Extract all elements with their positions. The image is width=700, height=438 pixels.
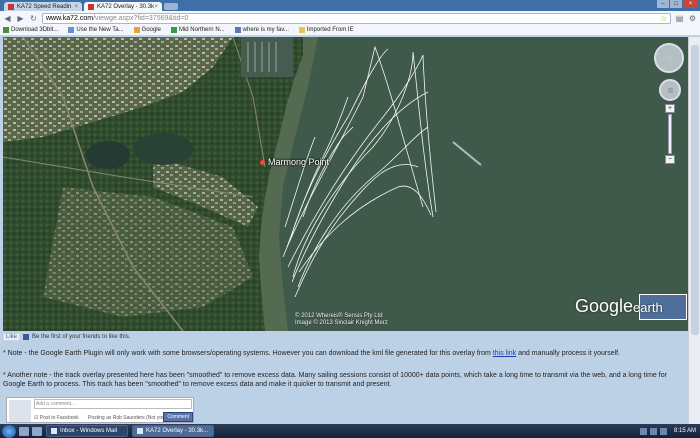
satellite-imagery	[3, 37, 688, 331]
placemark-icon	[260, 160, 265, 165]
bookmark-folder[interactable]: Imported From IE	[298, 27, 354, 33]
wrench-icon[interactable]: ⚙	[688, 14, 697, 23]
ie-icon[interactable]	[32, 426, 42, 436]
close-window-icon[interactable]: ×	[683, 0, 698, 8]
windows-taskbar: Inbox - Windows Mail KA72 Overlay - 30.3…	[0, 424, 700, 438]
bookmark-star-icon[interactable]: ☆	[660, 14, 667, 23]
bookmark-item[interactable]: Download 3Dbit...	[3, 27, 58, 33]
post-to-facebook-checkbox[interactable]: ☑ Post to Facebook	[34, 415, 79, 421]
bookmark-item[interactable]: Google	[133, 27, 161, 33]
copyright-line: © 2012 Whereis® Sensis Pty Ltd	[295, 313, 383, 319]
avatar	[9, 400, 31, 422]
bookmark-item[interactable]: Use the New Ta...	[68, 27, 124, 33]
scrollbar-thumb[interactable]	[691, 45, 699, 335]
like-button[interactable]: Like	[3, 332, 21, 341]
bookmark-label: Mid Northern N...	[178, 27, 225, 33]
page-scrollbar[interactable]	[688, 37, 700, 424]
tab-speed-reading[interactable]: KA72 Speed Readin ×	[4, 2, 82, 11]
comment-area: Add a comment... ☑ Post to Facebook Post…	[33, 398, 193, 422]
note-smoothing: * Another note - the track overlay prese…	[3, 372, 667, 388]
place-label: Marmong Point	[260, 157, 329, 167]
address-bar[interactable]: www.ka72.com/viewge.aspx?fid=37569&tid=0…	[42, 12, 671, 24]
note-plugin: * Note - the Google Earth Plugin will on…	[3, 350, 621, 357]
bookmark-favicon-icon	[68, 27, 75, 33]
eye-icon	[666, 55, 673, 62]
facebook-like-bar: Like Be the first of your friends to lik…	[3, 332, 130, 341]
window-controls: – □ ×	[657, 0, 698, 8]
google-earth-map[interactable]: Marmong Point © 2012 Whereis® Sensis Pty…	[3, 37, 688, 331]
taskbar-item-mail[interactable]: Inbox - Windows Mail	[46, 425, 128, 437]
folder-icon	[298, 27, 305, 33]
comment-button[interactable]: Comment	[163, 412, 193, 422]
minimize-icon[interactable]: –	[657, 0, 669, 8]
map-copyright: © 2012 Whereis® Sensis Pty Ltd Image © 2…	[295, 313, 388, 327]
zoom-slider[interactable]	[668, 114, 672, 154]
tray-icon[interactable]	[659, 427, 667, 435]
pan-icon	[668, 88, 673, 93]
forward-arrow-icon[interactable]: ▶	[16, 14, 25, 23]
mail-icon	[51, 428, 57, 434]
like-prompt: Be the first of your friends to like thi…	[32, 333, 131, 340]
google-favicon-icon	[133, 27, 140, 33]
tab-label: KA72 Speed Readin	[17, 3, 72, 10]
bookmark-label: Use the New Ta...	[76, 27, 124, 33]
google-earth-logo: Googleearth	[575, 296, 663, 316]
bookmark-favicon-icon	[3, 27, 9, 33]
show-desktop-icon[interactable]	[19, 426, 29, 436]
posting-as-label: Posting as Rob Saunders (Not you?)	[88, 415, 170, 421]
bookmark-favicon-icon	[170, 27, 177, 33]
facebook-icon	[23, 333, 30, 340]
look-around-control[interactable]	[654, 43, 684, 73]
browser-toolbar: ◀ ▶ ↻ www.ka72.com/viewge.aspx?fid=37569…	[0, 11, 700, 25]
close-tab-icon[interactable]: ×	[74, 4, 78, 10]
move-control[interactable]	[659, 79, 681, 101]
bookmark-item[interactable]: where is my fav...	[234, 27, 289, 33]
bookmark-label: Google	[141, 27, 161, 33]
url-path: /viewge.aspx?fid=37569&tid=0	[93, 14, 189, 22]
clock[interactable]: 8:15 AM	[674, 428, 696, 434]
chrome-icon	[137, 428, 143, 434]
url-domain: www.ka72.com	[46, 14, 94, 22]
bookmarks-bar: Download 3Dbit... Use the New Ta... Goog…	[0, 25, 700, 36]
taskbar-item-browser[interactable]: KA72 Overlay - 30.3k...	[132, 425, 214, 437]
page-menu-icon[interactable]: ▤	[675, 14, 684, 23]
bookmark-favicon-icon	[234, 27, 241, 33]
copyright-line: Image © 2013 Sinclair Knight Merz	[295, 320, 388, 326]
browser-tab-strip: KA72 Speed Readin × KA72 Overlay - 30.3k…	[0, 0, 700, 11]
new-tab-button[interactable]	[164, 3, 178, 10]
start-button[interactable]	[2, 424, 16, 438]
bookmark-label: Imported From IE	[306, 27, 354, 33]
ka72-favicon-icon	[88, 3, 94, 10]
close-tab-icon[interactable]: ×	[154, 4, 158, 10]
zoom-out-button[interactable]: −	[665, 155, 675, 164]
back-arrow-icon[interactable]: ◀	[3, 14, 12, 23]
network-icon[interactable]	[639, 427, 647, 435]
ka72-favicon-icon	[8, 3, 14, 10]
maximize-icon[interactable]: □	[670, 0, 682, 8]
bookmark-label: Download 3Dbit...	[11, 27, 59, 33]
tab-overlay[interactable]: KA72 Overlay - 30.3k ×	[84, 2, 162, 11]
reload-icon[interactable]: ↻	[29, 14, 38, 23]
facebook-comment-box: Add a comment... ☑ Post to Facebook Post…	[6, 397, 194, 423]
kml-download-link[interactable]: this link	[493, 350, 516, 357]
bookmark-item[interactable]: Mid Northern N...	[170, 27, 225, 33]
bookmark-label: where is my fav...	[242, 27, 289, 33]
volume-icon[interactable]	[649, 427, 657, 435]
tab-label: KA72 Overlay - 30.3k	[97, 3, 155, 10]
system-tray: 8:15 AM	[639, 427, 700, 435]
comment-input[interactable]: Add a comment...	[34, 399, 192, 409]
zoom-in-button[interactable]: +	[665, 104, 675, 113]
